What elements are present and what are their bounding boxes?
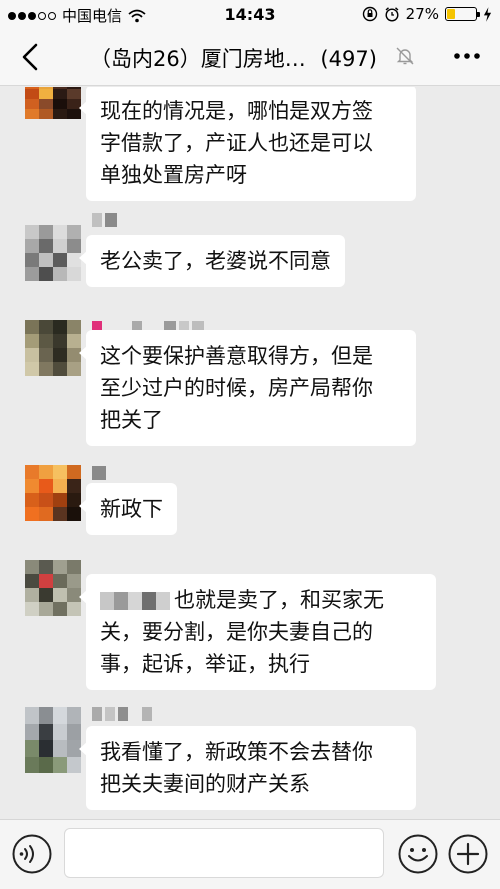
message-bubble[interactable]: 新政下 [79,483,177,535]
emoji-icon[interactable] [398,834,438,874]
message-text-line: 新政下 [100,497,163,521]
battery-icon [445,7,480,21]
message-text-line: 也就是卖了，和买家无 [174,588,384,612]
redacted-mention [100,592,170,610]
message-text-line: 把关夫妻间的财产关系 [100,772,310,796]
message-bubble[interactable]: 现在的情况是，哪怕是双方签 字借款了，产证人也还是可以 单独处置房产呀 [79,87,416,201]
message-text-line: 老公卖了，老婆说不同意 [100,249,331,273]
sender-nickname [92,466,106,480]
group-name: （岛内26）厦门房地… [90,47,306,71]
message-bubble[interactable]: 老公卖了，老婆说不同意 [79,235,345,287]
avatar[interactable] [25,225,81,281]
avatar[interactable] [25,707,81,773]
battery-fill [447,9,455,19]
message-text-line: 字借款了，产证人也还是可以 [100,131,373,155]
more-dots-icon[interactable] [452,46,482,66]
voice-icon[interactable] [12,834,52,874]
message-bubble[interactable]: 我看懂了，新政策不会去替你 把关夫妻间的财产关系 [79,726,416,810]
message-text-line: 把关了 [100,408,163,432]
status-right: 27% [362,5,492,23]
chat-title[interactable]: （岛内26）厦门房地… (497) [90,43,377,73]
member-count: (497) [320,47,377,71]
message-text-line: 事，起诉，举证，执行 [100,652,310,676]
message-text-line: 我看懂了，新政策不会去替你 [100,740,373,764]
avatar[interactable] [25,465,81,521]
message-text-line: 关，要分割，是你夫妻自己的 [100,620,373,644]
plus-icon[interactable] [448,834,488,874]
orientation-lock-icon [362,6,377,22]
mute-bell-icon [396,47,414,65]
message-input[interactable] [64,828,384,878]
message-text-line: 现在的情况是，哪怕是双方签 [100,99,373,123]
sender-nickname [92,213,117,227]
alarm-icon [385,7,399,22]
avatar[interactable] [25,560,81,616]
message-bubble[interactable]: 这个要保护善意取得方，但是 至少过户的时候，房产局帮你 把关了 [79,330,416,446]
back-arrow-icon[interactable] [16,42,44,72]
avatar[interactable] [25,87,81,119]
nav-bar: （岛内26）厦门房地… (497) [0,28,500,86]
sender-nickname [92,707,152,721]
avatar[interactable] [25,320,81,376]
battery-percent: 27% [405,5,439,23]
status-bar: 中国电信 14:43 27% [0,0,500,28]
chat-area[interactable]: 现在的情况是，哪怕是双方签 字借款了，产证人也还是可以 单独处置房产呀 老公卖了… [0,87,500,819]
charging-icon [483,6,492,22]
message-text-line: 这个要保护善意取得方，但是 [100,344,373,368]
message-bubble[interactable]: 也就是卖了，和买家无 关，要分割，是你夫妻自己的 事，起诉，举证，执行 [79,574,436,690]
message-text-line: 至少过户的时候，房产局帮你 [100,376,373,400]
input-bar [0,819,500,889]
message-text-line: 单独处置房产呀 [100,163,247,187]
